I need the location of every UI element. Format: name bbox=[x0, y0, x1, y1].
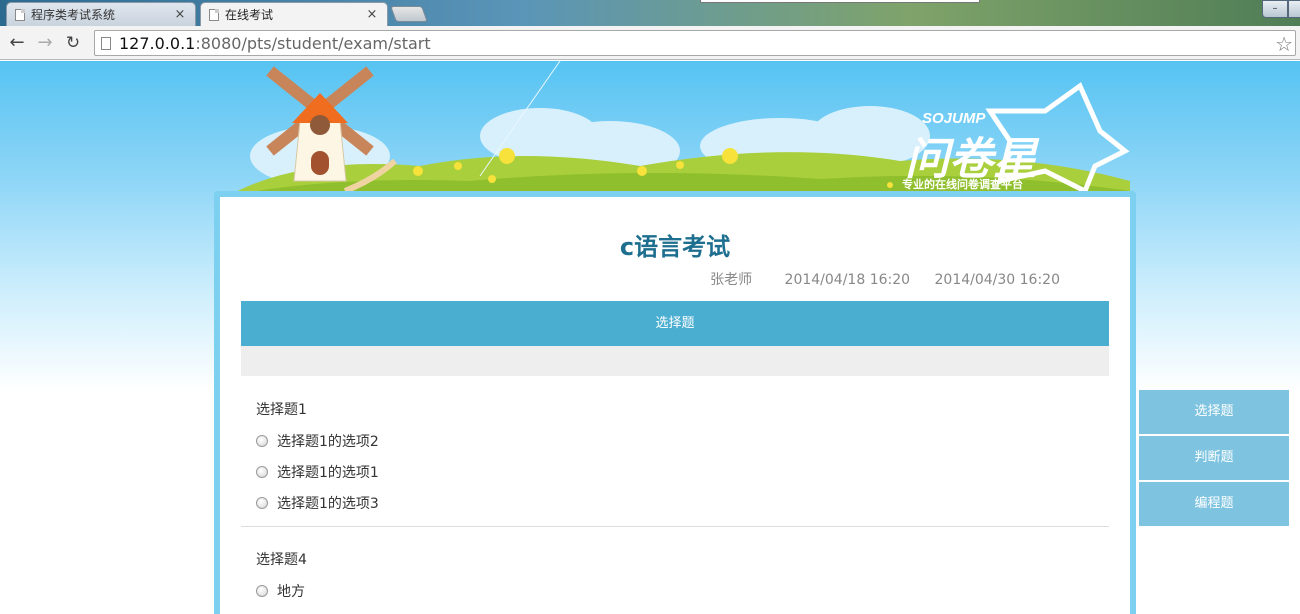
tab-label: 在线考试 bbox=[225, 8, 274, 22]
page-icon bbox=[101, 36, 111, 50]
page-content: SOJUMP 问卷星 专业的在线问卷调查平台 c语言考试 张老师 2014/04… bbox=[0, 61, 1300, 614]
forward-icon[interactable]: → bbox=[34, 32, 56, 54]
new-tab-button[interactable] bbox=[390, 6, 428, 22]
exam-meta: 张老师 2014/04/18 16:20 2014/04/30 16:20 bbox=[690, 269, 1060, 289]
url-text: 127.0.0.1:8080/pts/student/exam/start bbox=[119, 33, 431, 53]
close-icon[interactable]: × bbox=[365, 7, 379, 22]
browser-titlebar: 程序类考试系统 × 在线考试 × – bbox=[0, 0, 1300, 26]
exam-paper: c语言考试 张老师 2014/04/18 16:20 2014/04/30 16… bbox=[214, 191, 1136, 614]
side-nav-programming[interactable]: 编程题 bbox=[1139, 482, 1289, 526]
popup-strip bbox=[700, 0, 980, 3]
header-banner: SOJUMP 问卷星 专业的在线问卷调查平台 bbox=[228, 61, 1130, 196]
tab-label: 程序类考试系统 bbox=[31, 8, 116, 22]
section-subbar bbox=[241, 346, 1109, 376]
option-label: 选择题1的选项3 bbox=[277, 496, 379, 512]
side-nav-choice[interactable]: 选择题 bbox=[1139, 390, 1289, 434]
option-item[interactable]: 选择题1的选项2 bbox=[256, 431, 379, 451]
address-bar[interactable]: 127.0.0.1:8080/pts/student/exam/start ☆ bbox=[94, 30, 1296, 56]
radio-button[interactable] bbox=[256, 466, 268, 478]
option-item[interactable]: 选择题1的选项3 bbox=[256, 493, 379, 513]
question-title: 选择题1 bbox=[256, 402, 307, 418]
reload-icon[interactable]: ↻ bbox=[62, 32, 84, 54]
brand-slogan: 专业的在线问卷调查平台 bbox=[902, 177, 1023, 191]
page-icon bbox=[15, 8, 25, 21]
back-icon[interactable]: ← bbox=[6, 32, 28, 54]
option-item[interactable]: 选择题1的选项1 bbox=[256, 462, 379, 482]
bookmark-star-icon[interactable]: ☆ bbox=[1275, 32, 1293, 56]
radio-button[interactable] bbox=[256, 585, 268, 597]
tab-online-exam[interactable]: 在线考试 × bbox=[200, 2, 388, 26]
start-time: 2014/04/18 16:20 bbox=[784, 272, 911, 288]
teacher-name: 张老师 bbox=[710, 272, 753, 288]
minimize-button[interactable]: – bbox=[1262, 0, 1288, 18]
tab-exam-system[interactable]: 程序类考试系统 × bbox=[6, 2, 196, 26]
browser-toolbar: ← → ↻ 127.0.0.1:8080/pts/student/exam/st… bbox=[0, 26, 1300, 60]
option-label: 选择题1的选项2 bbox=[277, 434, 379, 450]
page-icon bbox=[209, 8, 219, 21]
radio-button[interactable] bbox=[256, 435, 268, 447]
exam-title: c语言考试 bbox=[619, 233, 731, 261]
radio-button[interactable] bbox=[256, 497, 268, 509]
end-time: 2014/04/30 16:20 bbox=[934, 272, 1061, 288]
section-header: 选择题 bbox=[241, 301, 1109, 346]
option-item[interactable]: 地方 bbox=[256, 581, 305, 601]
option-label: 地方 bbox=[277, 584, 305, 600]
option-label: 选择题1的选项1 bbox=[277, 465, 379, 481]
question-item: 选择题4 地方 bbox=[241, 543, 1109, 614]
side-nav-judgement[interactable]: 判断题 bbox=[1139, 436, 1289, 480]
brand-en: SOJUMP bbox=[922, 110, 986, 127]
question-item: 选择题1 选择题1的选项2 选择题1的选项1 选择题1的选项3 bbox=[241, 393, 1109, 527]
maximize-button[interactable] bbox=[1288, 0, 1300, 18]
close-icon[interactable]: × bbox=[173, 7, 187, 22]
section-side-nav: 选择题 判断题 编程题 bbox=[1139, 390, 1289, 528]
question-title: 选择题4 bbox=[256, 552, 307, 568]
